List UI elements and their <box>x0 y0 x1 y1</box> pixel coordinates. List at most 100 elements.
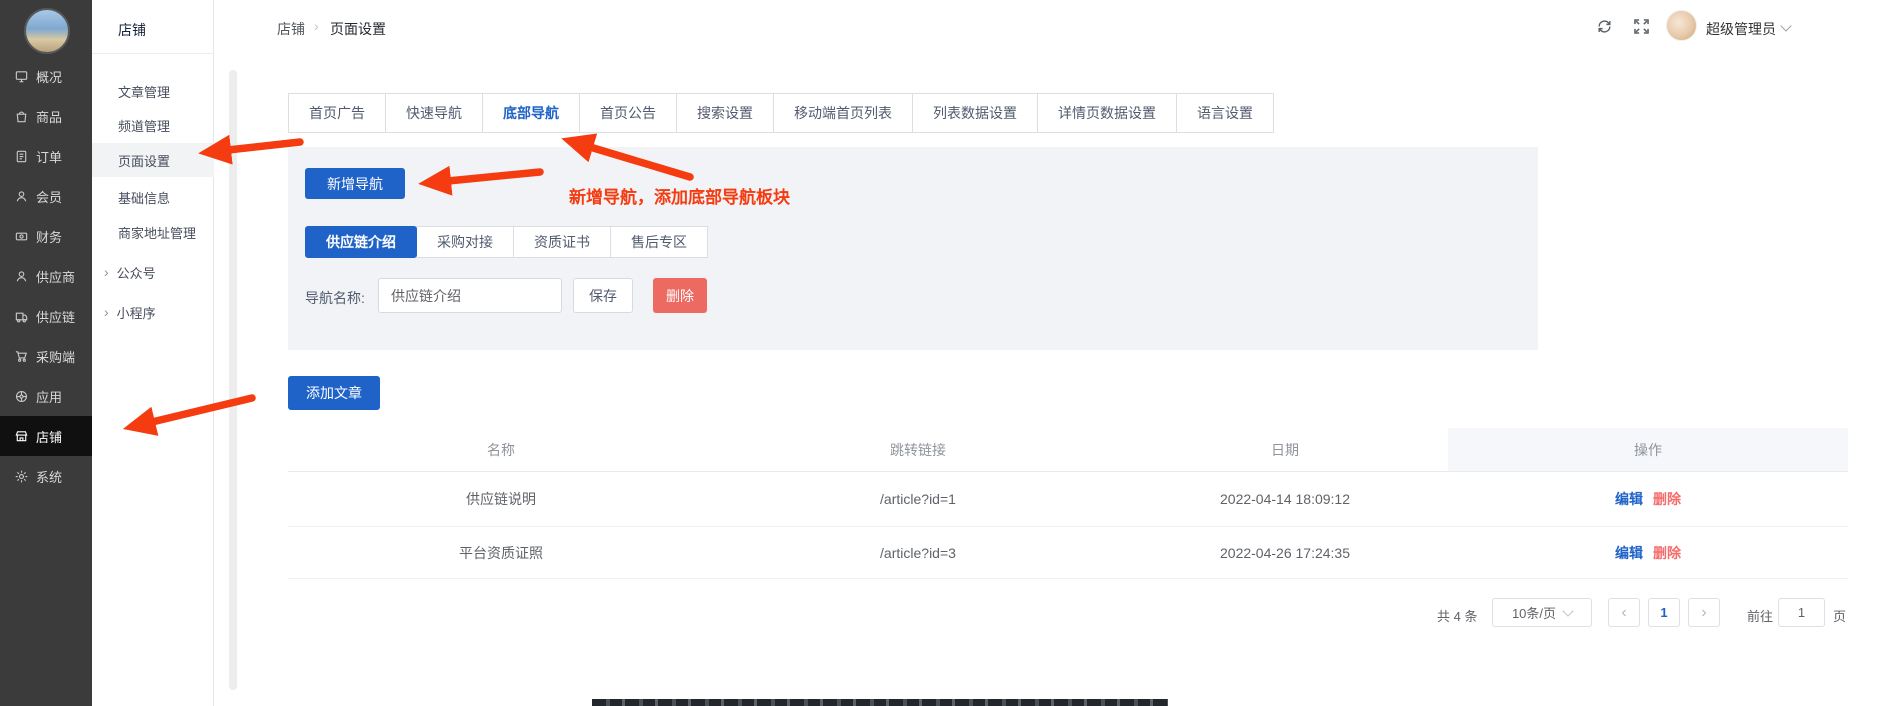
add-article-button[interactable]: 添加文章 <box>288 376 380 410</box>
add-nav-button[interactable]: 新增导航 <box>305 168 405 199</box>
page-size-value: 10条/页 <box>1512 603 1556 622</box>
sidebar-item-label: 系统 <box>36 467 62 486</box>
sidebar-item-goods[interactable]: 商品 <box>0 96 92 136</box>
page-size-select[interactable]: 10条/页 <box>1492 598 1592 627</box>
scrollbar-track[interactable] <box>229 70 237 690</box>
article-actions-cell: 编辑 删除 <box>1448 472 1848 526</box>
sidebar-item-overview[interactable]: 概况 <box>0 56 92 96</box>
submenu-item-label: 页面设置 <box>118 151 170 170</box>
submenu-item-basic-info[interactable]: 基础信息 <box>92 180 214 214</box>
tab-list-data-settings[interactable]: 列表数据设置 <box>913 94 1038 132</box>
next-page-button[interactable]: › <box>1688 598 1720 627</box>
cart-icon <box>14 349 29 364</box>
banknote-icon <box>14 229 29 244</box>
tab-footer-nav[interactable]: 底部导航 <box>483 94 580 132</box>
submenu-group-official-account[interactable]: › 公众号 <box>92 255 214 289</box>
sidebar-item-finance[interactable]: 财务 <box>0 216 92 256</box>
sidebar-item-label: 店铺 <box>36 427 62 446</box>
submenu-item-merchant-address[interactable]: 商家地址管理 <box>92 215 214 249</box>
prev-page-button[interactable]: ‹ <box>1608 598 1640 627</box>
breadcrumb-shop[interactable]: 店铺 <box>277 19 305 39</box>
breadcrumb-separator-icon: › <box>314 18 319 34</box>
article-link-cell: /article?id=1 <box>714 472 1122 526</box>
goto-label: 前往 <box>1747 606 1773 625</box>
sidebar-item-label: 订单 <box>36 147 62 166</box>
subtab-after-sales-zone[interactable]: 售后专区 <box>610 226 708 258</box>
delete-link[interactable]: 删除 <box>1653 543 1681 563</box>
sidebar-item-apps[interactable]: 应用 <box>0 376 92 416</box>
subtab-procurement-docking[interactable]: 采购对接 <box>416 226 514 258</box>
submenu-item-label: 商家地址管理 <box>118 223 196 242</box>
sidebar-item-label: 财务 <box>36 227 62 246</box>
article-actions-cell: 编辑 删除 <box>1448 527 1848 578</box>
page-settings-tabs: 首页广告 快速导航 底部导航 首页公告 搜索设置 移动端首页列表 列表数据设置 … <box>288 93 1274 133</box>
user-icon <box>14 189 29 204</box>
sidebar-item-label: 商品 <box>36 107 62 126</box>
sidebar-item-shop[interactable]: 店铺 <box>0 416 92 456</box>
articles-table: 名称 跳转链接 日期 操作 供应链说明 /article?id=1 2022-0… <box>288 428 1848 579</box>
truck-icon <box>14 309 29 324</box>
subtab-qualification-cert[interactable]: 资质证书 <box>513 226 611 258</box>
sidebar-item-orders[interactable]: 订单 <box>0 136 92 176</box>
submenu-item-channel-management[interactable]: 频道管理 <box>92 108 214 142</box>
refresh-icon[interactable] <box>1596 18 1613 38</box>
sidebar-item-procurement[interactable]: 采购端 <box>0 336 92 376</box>
article-date-cell: 2022-04-26 17:24:35 <box>1122 527 1448 578</box>
cutoff-content-strip <box>592 699 1168 706</box>
submenu-item-label: 文章管理 <box>118 82 170 101</box>
article-date-cell: 2022-04-14 18:09:12 <box>1122 472 1448 526</box>
article-name-cell: 供应链说明 <box>288 472 714 526</box>
page-unit-label: 页 <box>1833 606 1846 625</box>
sidebar-item-supply-chain[interactable]: 供应链 <box>0 296 92 336</box>
tab-quick-nav[interactable]: 快速导航 <box>386 94 483 132</box>
breadcrumb-page-settings: 页面设置 <box>330 19 386 39</box>
delete-nav-button[interactable]: 删除 <box>653 278 707 313</box>
edit-link[interactable]: 编辑 <box>1615 489 1643 509</box>
tab-mobile-home-list[interactable]: 移动端首页列表 <box>774 94 913 132</box>
fullscreen-icon[interactable] <box>1632 17 1651 39</box>
submenu-item-label: 频道管理 <box>118 116 170 135</box>
user-avatar[interactable] <box>1666 10 1697 41</box>
column-header-actions: 操作 <box>1448 428 1848 471</box>
sidebar-item-label: 应用 <box>36 387 62 406</box>
store-logo-avatar[interactable] <box>24 8 70 54</box>
submenu-item-page-settings[interactable]: 页面设置 <box>92 143 214 177</box>
submenu-group-mini-program[interactable]: › 小程序 <box>92 295 214 329</box>
table-row: 供应链说明 /article?id=1 2022-04-14 18:09:12 … <box>288 472 1848 527</box>
sidebar-item-label: 概况 <box>36 67 62 86</box>
nav-name-label: 导航名称: <box>305 288 365 308</box>
pagination-total: 共 4 条 <box>1437 606 1477 625</box>
tab-detail-data-settings[interactable]: 详情页数据设置 <box>1038 94 1177 132</box>
nav-name-input[interactable] <box>378 278 562 313</box>
submenu-item-article-management[interactable]: 文章管理 <box>92 74 214 108</box>
clipboard-icon <box>14 149 29 164</box>
submenu-item-label: 基础信息 <box>118 188 170 207</box>
subtab-supply-chain-intro[interactable]: 供应链介绍 <box>305 226 417 258</box>
chevron-right-icon: › <box>104 264 109 280</box>
delete-link[interactable]: 删除 <box>1653 489 1681 509</box>
chevron-down-icon <box>1562 605 1573 616</box>
annotation-text: 新增导航，添加底部导航板块 <box>569 183 790 208</box>
tab-home-ads[interactable]: 首页广告 <box>289 94 386 132</box>
sidebar-item-label: 供应链 <box>36 307 75 326</box>
current-page-button[interactable]: 1 <box>1648 598 1680 627</box>
article-name-cell: 平台资质证照 <box>288 527 714 578</box>
sidebar-item-label: 会员 <box>36 187 62 206</box>
sidebar-item-system[interactable]: 系统 <box>0 456 92 496</box>
submenu-title: 店铺 <box>118 20 146 40</box>
edit-link[interactable]: 编辑 <box>1615 543 1643 563</box>
submenu-divider <box>92 53 214 54</box>
chevron-down-icon[interactable] <box>1780 20 1791 31</box>
tab-search-settings[interactable]: 搜索设置 <box>677 94 774 132</box>
goto-page-input[interactable] <box>1778 598 1825 627</box>
tab-home-notice[interactable]: 首页公告 <box>580 94 677 132</box>
column-header-name: 名称 <box>288 428 714 471</box>
footer-nav-subtabs: 供应链介绍 采购对接 资质证书 售后专区 <box>305 226 708 258</box>
sidebar-item-members[interactable]: 会员 <box>0 176 92 216</box>
tab-language-settings[interactable]: 语言设置 <box>1177 94 1273 132</box>
save-button[interactable]: 保存 <box>573 278 633 313</box>
sidebar-item-suppliers[interactable]: 供应商 <box>0 256 92 296</box>
gear-icon <box>14 469 29 484</box>
username[interactable]: 超级管理员 <box>1706 19 1776 39</box>
column-header-link: 跳转链接 <box>714 428 1122 471</box>
